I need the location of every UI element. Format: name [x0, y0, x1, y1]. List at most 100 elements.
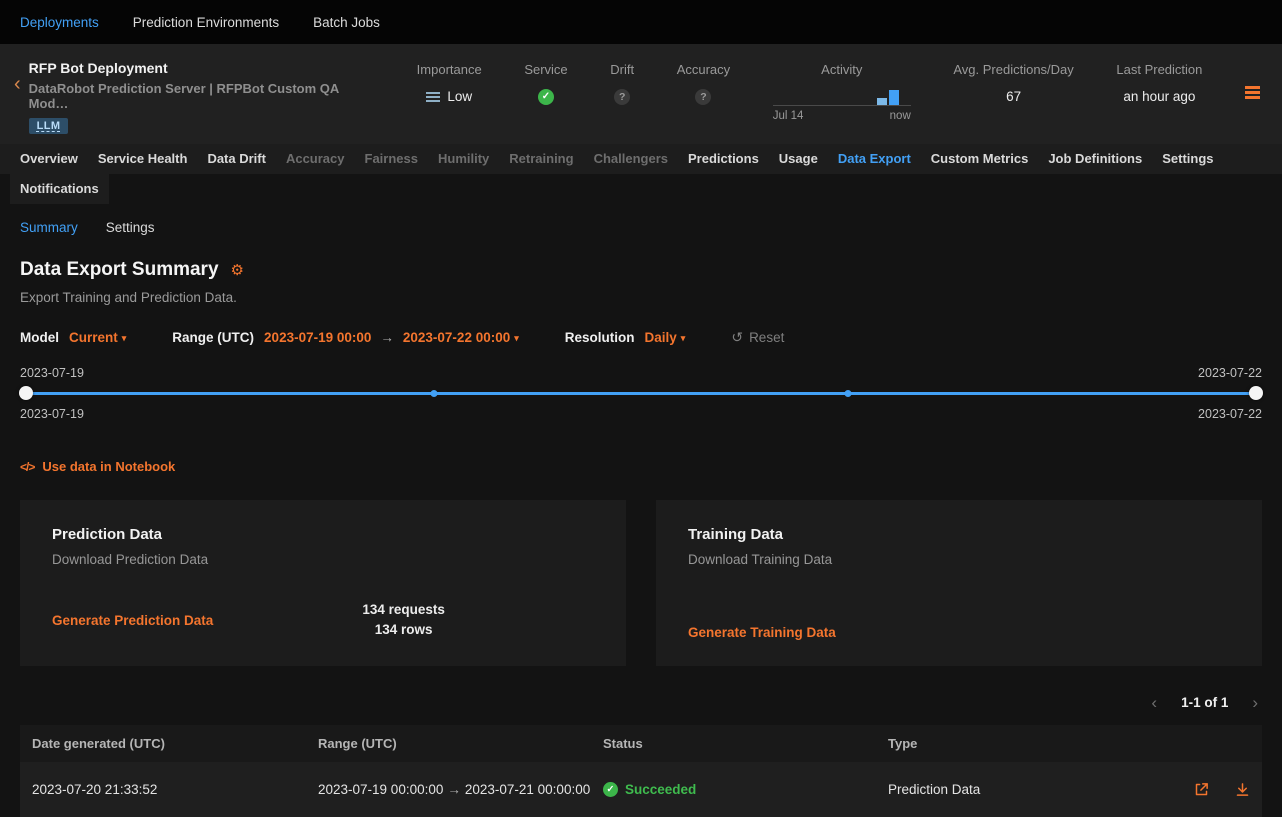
prediction-data-stats: 134 requests 134 rows: [362, 600, 445, 640]
deployment-subtitle: DataRobot Prediction Server | RFPBot Cus…: [29, 81, 377, 111]
row-actions: [1166, 782, 1250, 797]
filter-controls: Model Current ▾ Range (UTC) 2023-07-19 0…: [20, 329, 1262, 346]
range-start-select[interactable]: 2023-07-19 00:00: [264, 330, 371, 345]
back-chevron-icon[interactable]: ‹: [6, 58, 29, 94]
main-content: Data Export Summary ⚙ Export Training an…: [0, 259, 1282, 817]
slider-handle-right[interactable]: [1249, 386, 1263, 400]
table-row[interactable]: 2023-07-20 21:33:52 2023-07-19 00:00:00 …: [20, 762, 1262, 817]
slider-tick: [430, 390, 437, 397]
tab-data-drift[interactable]: Data Drift: [197, 144, 276, 174]
prediction-card-title: Prediction Data: [52, 526, 594, 543]
model-label: Model: [20, 330, 59, 345]
activity-start-label: Jul 14: [773, 110, 804, 122]
training-card-subtitle: Download Training Data: [688, 552, 1230, 567]
importance-value: Low: [447, 89, 472, 104]
deployment-info: RFP Bot Deployment DataRobot Prediction …: [29, 58, 377, 134]
activity-label: Activity: [821, 62, 862, 77]
tab-notifications[interactable]: Notifications: [10, 174, 109, 204]
training-data-card: Training Data Download Training Data Gen…: [656, 500, 1262, 666]
range-end-select[interactable]: 2023-07-22 00:00 ▾: [403, 330, 519, 345]
subnav-summary[interactable]: Summary: [20, 220, 78, 235]
llm-badge: LLM: [29, 118, 69, 134]
nav-item-deployments[interactable]: Deployments: [20, 15, 99, 30]
generate-training-data-button[interactable]: Generate Training Data: [688, 625, 836, 640]
chevron-down-icon: ▾: [514, 333, 519, 344]
page-title: Data Export Summary: [20, 259, 219, 281]
header-status: Status: [603, 736, 888, 751]
cell-date-generated: 2023-07-20 21:33:52: [32, 782, 318, 797]
deployment-tabbar: Overview Service Health Data Drift Accur…: [0, 144, 1282, 174]
header-range: Range (UTC): [318, 736, 603, 751]
deployment-header: ‹ RFP Bot Deployment DataRobot Predictio…: [0, 44, 1282, 144]
deployment-stats: Importance Low Service ✓ Drift ? Accurac…: [377, 58, 1266, 122]
drift-label: Drift: [610, 62, 634, 77]
use-data-in-notebook-link[interactable]: </> Use data in Notebook: [20, 459, 175, 474]
slider-bottom-left-label: 2023-07-19: [20, 407, 84, 421]
nav-item-batch-jobs[interactable]: Batch Jobs: [313, 15, 380, 30]
tab-settings[interactable]: Settings: [1152, 144, 1223, 174]
slider-track[interactable]: [20, 392, 1262, 395]
tab-service-health[interactable]: Service Health: [88, 144, 198, 174]
prediction-card-subtitle: Download Prediction Data: [52, 552, 594, 567]
stat-importance: Importance Low: [417, 62, 482, 104]
tab-predictions[interactable]: Predictions: [678, 144, 769, 174]
resolution-label: Resolution: [565, 330, 635, 345]
stat-accuracy: Accuracy ?: [677, 62, 730, 105]
cell-type: Prediction Data: [888, 782, 1166, 797]
generate-prediction-data-button[interactable]: Generate Prediction Data: [52, 613, 213, 628]
accuracy-label: Accuracy: [677, 62, 730, 77]
stat-last-prediction: Last Prediction an hour ago: [1116, 62, 1202, 104]
download-icon[interactable]: [1235, 782, 1250, 797]
resolution-value: Daily: [645, 330, 677, 345]
cell-range: 2023-07-19 00:00:00 → 2023-07-21 00:00:0…: [318, 782, 603, 797]
page-count: 1-1 of 1: [1181, 695, 1228, 710]
importance-label: Importance: [417, 62, 482, 77]
top-nav: Deployments Prediction Environments Batc…: [0, 0, 1282, 44]
last-prediction-value: an hour ago: [1123, 89, 1195, 104]
chevron-down-icon: ▾: [681, 333, 686, 344]
tab-data-export[interactable]: Data Export: [828, 144, 921, 174]
tab-usage[interactable]: Usage: [769, 144, 828, 174]
tab-overview[interactable]: Overview: [10, 144, 88, 174]
resolution-select[interactable]: Daily ▾: [645, 330, 686, 345]
open-external-icon[interactable]: [1194, 782, 1209, 797]
tab-humility: Humility: [428, 144, 499, 174]
rows-count: 134 rows: [362, 620, 445, 640]
reset-button[interactable]: ↺ Reset: [731, 329, 784, 346]
tab-fairness: Fairness: [355, 144, 428, 174]
slider-bottom-right-label: 2023-07-22: [1198, 407, 1262, 421]
tab-retraining: Retraining: [499, 144, 583, 174]
service-label: Service: [524, 62, 567, 77]
avg-predictions-value: 67: [1006, 89, 1021, 104]
menu-icon[interactable]: [1245, 86, 1260, 99]
reset-label: Reset: [749, 330, 784, 345]
model-select[interactable]: Current ▾: [69, 330, 126, 345]
prediction-data-card: Prediction Data Download Prediction Data…: [20, 500, 626, 666]
next-page-icon[interactable]: ›: [1252, 694, 1258, 711]
slider-top-left-label: 2023-07-19: [20, 366, 84, 380]
tab-custom-metrics[interactable]: Custom Metrics: [921, 144, 1039, 174]
tab-job-definitions[interactable]: Job Definitions: [1038, 144, 1152, 174]
drift-help-icon[interactable]: ?: [614, 89, 630, 105]
tab-accuracy: Accuracy: [276, 144, 355, 174]
page-subtitle: Export Training and Prediction Data.: [20, 290, 1262, 305]
status-text: Succeeded: [625, 782, 696, 797]
subnav-settings[interactable]: Settings: [106, 220, 155, 235]
activity-sparkline: [773, 83, 911, 107]
activity-end-label: now: [890, 110, 911, 122]
status-succeeded-icon: ✓: [603, 782, 618, 797]
nav-item-prediction-environments[interactable]: Prediction Environments: [133, 15, 279, 30]
export-settings-gear-icon[interactable]: ⚙: [231, 261, 244, 279]
header-type: Type: [888, 736, 1166, 751]
prev-page-icon[interactable]: ‹: [1151, 694, 1157, 711]
model-select-value: Current: [69, 330, 118, 345]
slider-tick: [845, 390, 852, 397]
export-cards: Prediction Data Download Prediction Data…: [20, 500, 1262, 666]
stat-drift: Drift ?: [610, 62, 634, 105]
data-export-subnav: Summary Settings: [0, 204, 1282, 235]
chevron-down-icon: ▾: [122, 333, 127, 344]
range-end-value: 2023-07-22 00:00: [403, 330, 510, 345]
header-date-generated: Date generated (UTC): [32, 736, 318, 751]
slider-handle-left[interactable]: [19, 386, 33, 400]
accuracy-help-icon[interactable]: ?: [695, 89, 711, 105]
